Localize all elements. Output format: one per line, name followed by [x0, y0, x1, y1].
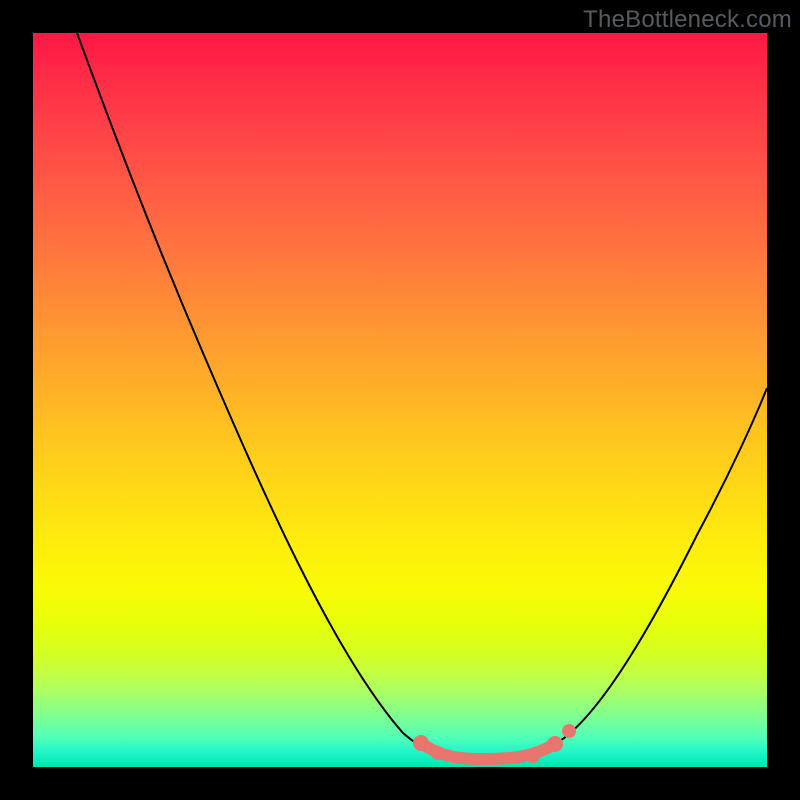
optimal-end-dot	[547, 736, 563, 752]
watermark-text: TheBottleneck.com	[583, 6, 792, 34]
optimal-edge-dot	[562, 724, 576, 738]
chart-frame: TheBottleneck.com	[0, 0, 800, 800]
optimal-dot	[526, 749, 540, 763]
bottleneck-curve	[77, 33, 767, 759]
optimal-start-dot	[413, 735, 429, 751]
optimal-dot	[431, 746, 445, 760]
curve-layer	[33, 33, 767, 767]
